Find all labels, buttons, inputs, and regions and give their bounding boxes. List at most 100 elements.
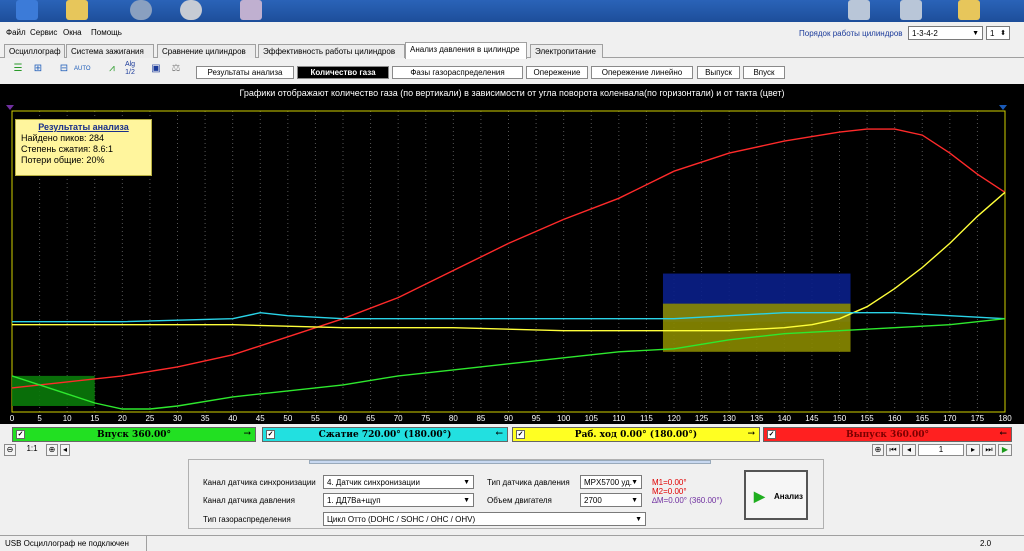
cylinder-select[interactable]: 1 ⬍ bbox=[986, 26, 1010, 40]
subtab-advance[interactable]: Опережение bbox=[526, 66, 588, 79]
pressure-channel-select[interactable]: 1. ДД7Ва+щуп ▼ bbox=[323, 493, 474, 507]
timing-type-select[interactable]: Цикл Отто (DOHC / SOHC / OHC / OHV) ▼ bbox=[323, 512, 646, 526]
chevron-down-icon: ▼ bbox=[463, 479, 470, 486]
marker-delta: ∆M=0.00° (360.00°) bbox=[652, 496, 723, 505]
desktop-window-icon bbox=[848, 0, 870, 20]
cylinder-value: 1 bbox=[990, 29, 995, 38]
chevron-down-icon: ▼ bbox=[631, 479, 638, 486]
tb-scale-icon[interactable]: ⊟ bbox=[56, 61, 72, 77]
tb-auto-icon[interactable]: AUTO bbox=[74, 61, 91, 77]
arrow-right-icon[interactable]: → bbox=[747, 429, 755, 439]
tab-ignition[interactable]: Система зажигания bbox=[66, 44, 154, 58]
analyze-button[interactable]: ▶ Анализ bbox=[744, 470, 808, 520]
x-tick-label: 25 bbox=[145, 414, 154, 423]
x-tick-label: 110 bbox=[612, 414, 625, 423]
x-tick-label: 140 bbox=[778, 414, 792, 423]
sync-channel-select[interactable]: 4. Датчик синхронизации ▼ bbox=[323, 475, 474, 489]
cylinder-order-select[interactable]: 1-3-4-2 ▼ bbox=[908, 26, 983, 40]
sensor-type-value: MPX5700 уд. bbox=[584, 478, 632, 487]
zoom-in-icon-right[interactable]: ⊕ bbox=[872, 444, 884, 456]
scales-icon[interactable]: ⚖ bbox=[168, 61, 184, 77]
next-page-icon[interactable]: ▸ bbox=[966, 444, 980, 456]
tab-power-supply[interactable]: Электропитание bbox=[530, 44, 603, 58]
desktop-computer-icon bbox=[16, 0, 38, 20]
menu-help[interactable]: Помощь bbox=[91, 28, 122, 37]
desktop-drive-icon bbox=[180, 0, 202, 20]
tab-pressure-analysis[interactable]: Анализ давления в цилиндре bbox=[405, 42, 527, 59]
panel-splitter[interactable] bbox=[309, 460, 711, 464]
x-tick-label: 115 bbox=[640, 414, 653, 423]
menu-file[interactable]: Файл bbox=[6, 28, 26, 37]
stroke-bar-power[interactable]: ✓ Раб. ход 0.00° (180.00°) → bbox=[512, 427, 760, 442]
total-losses-text: Потери общие: 20% bbox=[21, 155, 105, 165]
desktop-disc-icon bbox=[130, 0, 152, 20]
x-tick-label: 100 bbox=[557, 414, 571, 423]
x-tick-label: 90 bbox=[504, 414, 513, 423]
save-icon[interactable]: ▣ bbox=[148, 61, 164, 77]
series-line bbox=[12, 191, 1006, 332]
tb-graph-icon[interactable]: ⩘ bbox=[104, 61, 120, 77]
desktop-folder-icon bbox=[66, 0, 88, 20]
compression-ratio-text: Степень сжатия: 8.6:1 bbox=[21, 144, 114, 154]
x-tick-label: 170 bbox=[943, 414, 957, 423]
menu-windows[interactable]: Окна bbox=[63, 28, 82, 37]
engine-volume-select[interactable]: 2700 ▼ bbox=[580, 493, 642, 507]
x-tick-label: 30 bbox=[173, 414, 182, 423]
x-tick-label: 5 bbox=[37, 414, 42, 423]
subtab-results[interactable]: Результаты анализа bbox=[196, 66, 294, 79]
last-page-icon[interactable]: ⏭ bbox=[982, 444, 996, 456]
tb-algorithm-icon[interactable]: Alg 1/2 bbox=[122, 61, 138, 77]
zoom-in-icon[interactable]: ⊕ bbox=[46, 444, 58, 456]
tb-alg-sub-text: 1/2 bbox=[125, 69, 135, 76]
first-page-icon[interactable]: ⏮ bbox=[886, 444, 900, 456]
zoom-out-icon[interactable]: ⊖ bbox=[4, 444, 16, 456]
subtab-exhaust[interactable]: Выпуск bbox=[697, 66, 740, 79]
stroke-bar-compression[interactable]: ✓ Сжатие 720.00° (180.00°) ← bbox=[262, 427, 508, 442]
gas-amount-chart: 0 5 10 15 20 25 30 35 40 45 50 55 60 65 70 75 80 85 90 95 10… bbox=[6, 105, 1012, 423]
arrow-left-icon[interactable]: ← bbox=[999, 429, 1007, 439]
arrow-left-icon[interactable]: ← bbox=[495, 429, 503, 439]
plot-border bbox=[11, 110, 1006, 413]
exhaust-stroke-label: Выпуск 360.00° bbox=[845, 430, 930, 440]
prev-page-icon[interactable]: ◂ bbox=[902, 444, 916, 456]
cylinder-order-value: 1-3-4-2 bbox=[912, 29, 938, 38]
subtab-valve-timing[interactable]: Фазы газораспределения bbox=[392, 66, 523, 79]
x-tick-label: 40 bbox=[228, 414, 237, 423]
x-tick-label: 145 bbox=[805, 414, 819, 423]
x-tick-label: 120 bbox=[667, 414, 681, 423]
stroke-bar-intake[interactable]: ✓ Впуск 360.00° → bbox=[12, 427, 256, 442]
x-tick-label: 175 bbox=[971, 414, 985, 423]
x-tick-label: 75 bbox=[421, 414, 430, 423]
subtab-intake[interactable]: Впуск bbox=[743, 66, 785, 79]
stroke-bar-exhaust[interactable]: ✓ Выпуск 360.00° ← bbox=[763, 427, 1012, 442]
subtab-gas-amount[interactable]: Количество газа bbox=[297, 66, 389, 79]
tab-cylinder-efficiency[interactable]: Эффективность работы цилиндров bbox=[258, 44, 405, 58]
tab-cylinder-compare[interactable]: Сравнение цилиндров bbox=[157, 44, 256, 58]
main-tabs: Осциллограф Система зажигания Сравнение … bbox=[0, 42, 1024, 59]
intake-stroke-label: Впуск 360.00° bbox=[96, 430, 171, 440]
peaks-found-text: Найдено пиков: 284 bbox=[21, 133, 105, 143]
scroll-left-icon[interactable]: ◂ bbox=[60, 444, 70, 456]
analysis-results-title: Результаты анализа bbox=[38, 122, 129, 132]
tab-oscilloscope[interactable]: Осциллограф bbox=[4, 44, 65, 58]
menu-service[interactable]: Сервис bbox=[30, 28, 57, 37]
chevron-down-icon: ▼ bbox=[463, 497, 470, 504]
x-tick-label: 70 bbox=[394, 414, 403, 423]
subtab-advance-linear[interactable]: Опережение линейно bbox=[591, 66, 693, 79]
x-tick-label: 125 bbox=[695, 414, 709, 423]
engine-volume-label: Объем двигателя bbox=[487, 496, 552, 505]
arrow-right-icon[interactable]: → bbox=[243, 429, 251, 439]
spinner-icon: ⬍ bbox=[1000, 30, 1006, 37]
chart-area[interactable]: 0 5 10 15 20 25 30 35 40 45 50 55 60 65 70 75 80 85 90 95 10… bbox=[0, 84, 1024, 424]
play-icon[interactable]: ▶ bbox=[998, 444, 1012, 456]
x-tick-label: 10 bbox=[63, 414, 72, 423]
tb-layout-icon[interactable]: ⊞ bbox=[30, 61, 46, 77]
sync-channel-label: Канал датчика синхронизации bbox=[203, 478, 316, 487]
x-tick-label: 60 bbox=[339, 414, 348, 423]
sensor-type-select[interactable]: MPX5700 уд. ▼ bbox=[580, 475, 642, 489]
x-tick-label: 95 bbox=[532, 414, 541, 423]
tb-lines-icon[interactable]: ☰ bbox=[10, 61, 26, 77]
sensor-type-label: Тип датчика давления bbox=[487, 478, 570, 487]
page-number-field[interactable]: 1 bbox=[918, 444, 964, 456]
compression-stroke-label: Сжатие 720.00° (180.00°) bbox=[318, 430, 452, 440]
